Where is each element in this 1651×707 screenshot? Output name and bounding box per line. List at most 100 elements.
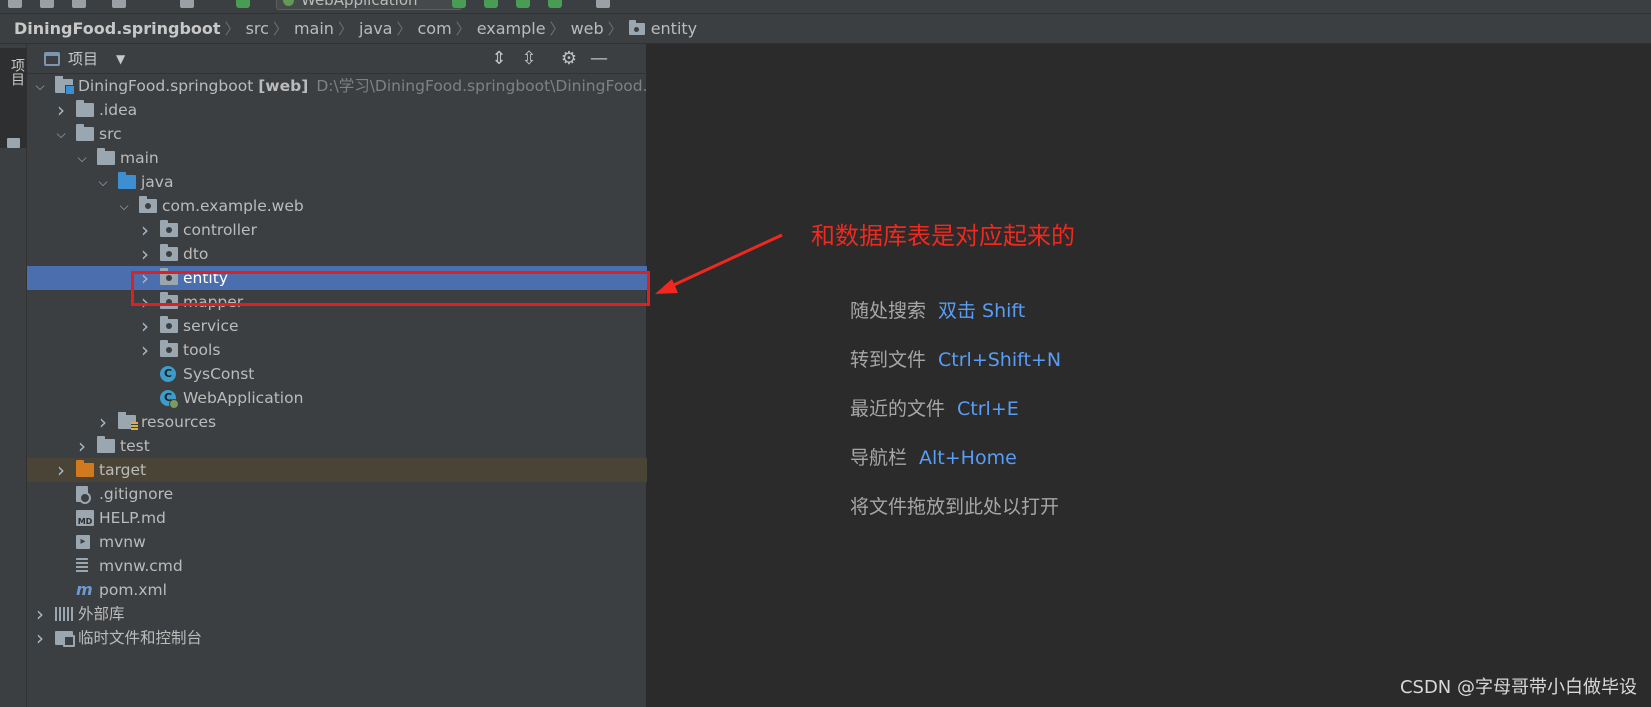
chevron-right-icon[interactable]: › [138,314,152,338]
terminal-file-icon: ▸ [76,535,90,549]
editor-hint: 导航栏 Alt+Home [850,443,1017,470]
project-view-icon [44,51,60,66]
chevron-down-icon[interactable]: ⌵ [96,170,110,194]
user-icon[interactable] [180,0,194,8]
open-icon[interactable] [8,0,22,8]
tree-root-label: DiningFood.springboot [web] D:\学习\DiningF… [78,74,647,98]
gitignore-file-icon [76,486,91,504]
project-tool-tab[interactable]: 项目 [0,48,27,148]
chevron-right-icon[interactable]: › [138,218,152,242]
expand-all-icon[interactable]: ⇕ [489,49,509,69]
tree-row[interactable]: mvnw.cmd [27,554,647,578]
breadcrumb-label: com [417,19,452,38]
tree-row[interactable]: › controller [27,218,647,242]
chevron-right-icon[interactable]: › [75,434,89,458]
editor-hint: 随处搜索 双击 Shift [850,296,1025,323]
tree-item-label: java [141,173,174,191]
profile-icon[interactable] [548,0,562,8]
tree-row[interactable]: › target [27,458,647,482]
tree-row[interactable]: › 临时文件和控制台 [27,626,647,650]
tree-row[interactable]: › 外部库 [27,602,647,626]
tree-row[interactable]: ⌵ com.example.web [27,194,647,218]
tree-row[interactable]: › resources [27,410,647,434]
run-icon[interactable] [452,0,466,8]
tree-row[interactable]: ▸ mvnw [27,530,647,554]
tree-row[interactable]: › test [27,434,647,458]
save-icon[interactable] [40,0,54,8]
tree-item-label: .idea [99,101,138,119]
markdown-file-icon: MD [76,510,94,526]
chevron-down-icon[interactable]: ⌵ [117,194,131,218]
tree-row[interactable]: › .idea [27,98,647,122]
build-icon[interactable] [236,0,250,8]
cmd-file-icon [76,558,88,574]
breadcrumb-item[interactable]: web [571,19,604,38]
maven-icon: m [76,580,93,599]
hint-shortcut: Alt+Home [919,447,1017,469]
hint-label: 转到文件 [850,349,927,371]
breadcrumb-item[interactable]: com [418,19,452,38]
hide-panel-icon[interactable]: — [589,49,609,69]
chevron-down-icon[interactable]: ⌵ [75,146,89,170]
gear-icon[interactable]: ⚙ [559,49,579,69]
breadcrumb-item[interactable]: DiningFood.springboot [14,19,221,38]
editor-hint: 将文件拖放到此处以打开 [850,492,1059,519]
tree-row[interactable]: › tools [27,338,647,362]
source-folder-icon [118,172,136,189]
tree-row-root[interactable]: ⌵ DiningFood.springboot [web] D:\学习\Dining… [27,74,647,98]
chevron-right-icon[interactable]: › [33,602,47,626]
debug-icon[interactable] [484,0,498,8]
chevron-right-icon[interactable]: › [54,98,68,122]
folder-icon [76,100,94,117]
tree-row[interactable]: C SysConst [27,362,647,386]
tree-item-label: tools [183,341,221,359]
breadcrumb-item[interactable]: example [477,19,546,38]
run-config-selector[interactable]: WebApplication [276,0,462,10]
back-icon[interactable] [112,0,126,8]
package-folder-icon [160,316,178,333]
tree-row[interactable]: MD HELP.md [27,506,647,530]
tree-item-label: service [183,317,239,335]
watermark: CSDN @字母哥带小白做毕设 [1399,677,1637,698]
tree-row[interactable]: .gitignore [27,482,647,506]
chevron-right-icon[interactable]: › [54,458,68,482]
tree-row[interactable]: ⌵ main [27,146,647,170]
class-icon: C [160,366,176,382]
chevron-right-icon[interactable]: › [33,626,47,650]
hint-shortcut: Ctrl+Shift+N [938,349,1062,371]
breadcrumb-label: web [570,19,604,38]
chevron-down-icon[interactable]: ⌵ [54,122,68,146]
chevron-right-icon[interactable]: › [138,338,152,362]
breadcrumb-label: entity [650,19,698,38]
tree-row[interactable]: ⌵ java [27,170,647,194]
project-name: DiningFood.springboot [78,77,254,95]
tree-row[interactable]: › service [27,314,647,338]
spring-boot-icon [283,0,294,6]
tree-row[interactable]: ⌵ src [27,122,647,146]
breadcrumb-item[interactable]: src [246,19,269,38]
breadcrumb-item[interactable]: entity [628,19,698,38]
chevron-right-icon[interactable]: › [96,410,110,434]
annotation-text: 和数据库表是对应起来的 [811,222,1075,250]
folder-icon [76,124,94,141]
chevron-down-icon[interactable]: ⌵ [33,74,47,98]
chevron-right-icon[interactable]: › [138,242,152,266]
highlight-box [131,271,650,306]
package-folder-icon [160,340,178,357]
editor-empty-state: 随处搜索 双击 Shift 转到文件 Ctrl+Shift+N 最近的文件 Ctrl+E 导… [648,44,1651,707]
coverage-icon[interactable] [516,0,530,8]
chevron-down-icon[interactable]: ▼ [116,52,125,66]
stop-icon[interactable] [596,0,610,8]
breadcrumb-item[interactable]: java [359,19,393,38]
hint-label: 最近的文件 [850,398,946,420]
collapse-all-icon[interactable]: ⇳ [519,49,539,69]
breadcrumb-separator: 〉 [549,20,565,38]
breadcrumb-item[interactable]: main [294,19,334,38]
tree-row[interactable]: m pom.xml [27,578,647,602]
tree-row[interactable]: C WebApplication [27,386,647,410]
tree-row[interactable]: › dto [27,242,647,266]
project-panel-title[interactable]: 项目 [68,48,98,69]
sync-icon[interactable] [72,0,86,8]
tree-item-label: dto [183,245,209,263]
editor-hint: 最近的文件 Ctrl+E [850,394,1019,421]
